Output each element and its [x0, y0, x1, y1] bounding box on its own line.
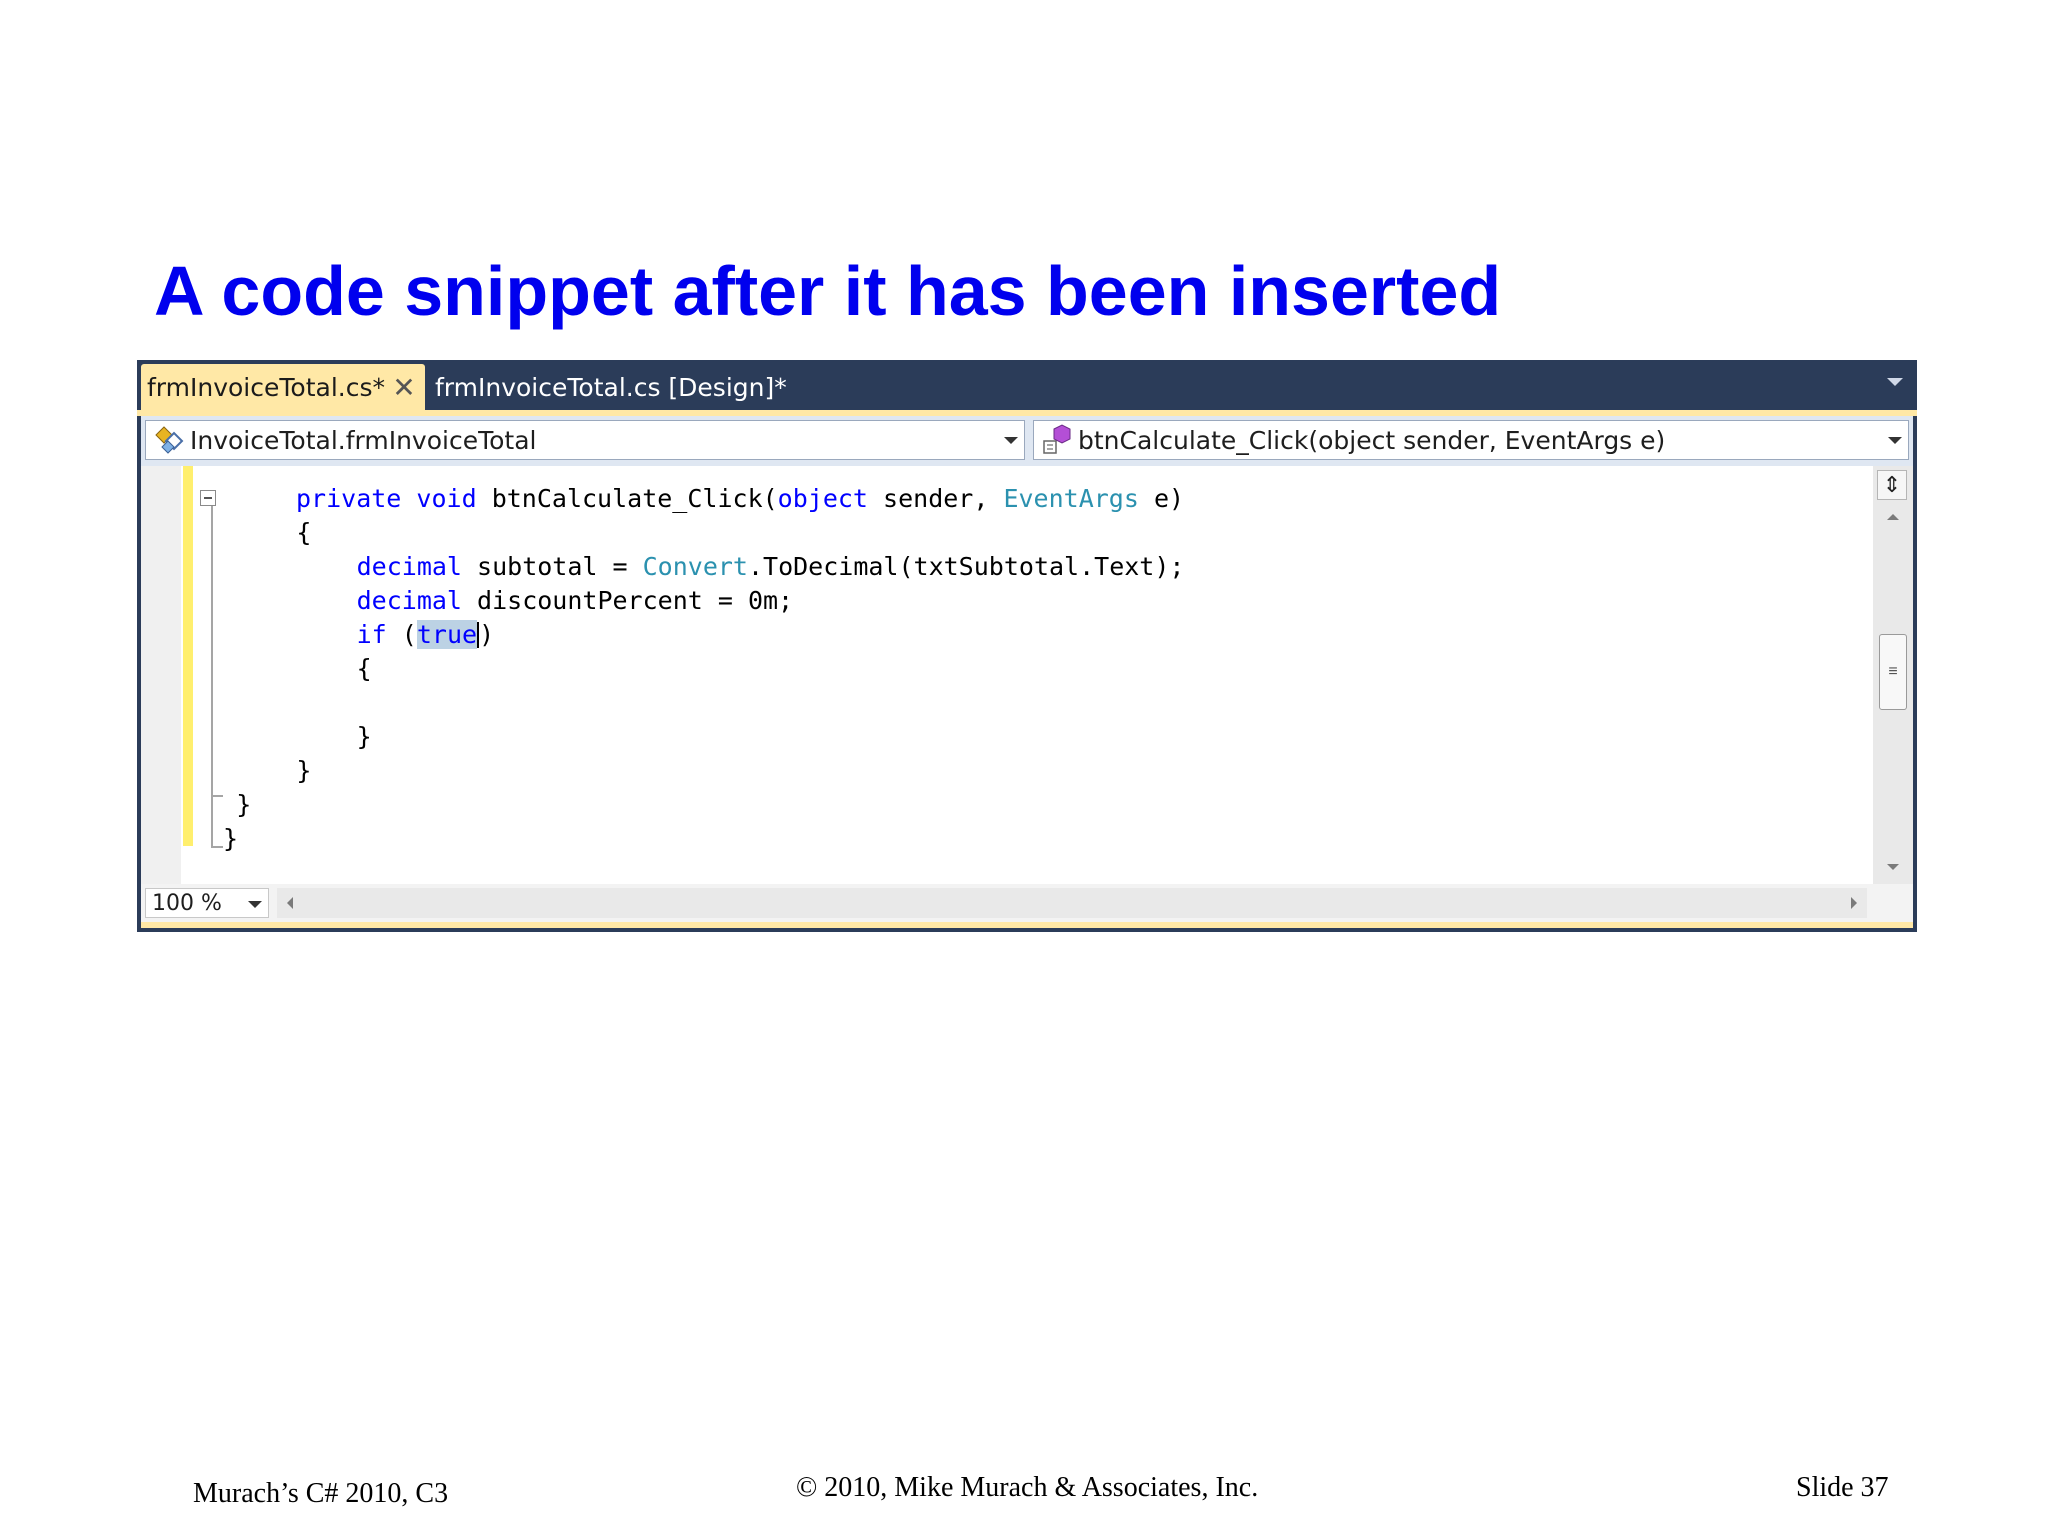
code-line: decimal subtotal = Convert.ToDecimal(txt… [176, 550, 1185, 584]
code-text: private void btnCalculate_Click(object s… [141, 482, 1184, 853]
ide-window: frmInvoiceTotal.cs* ✕ frmInvoiceTotal.cs… [137, 360, 1917, 932]
scroll-left-icon[interactable] [287, 897, 293, 909]
split-icon[interactable]: ⇕ [1877, 470, 1907, 500]
chevron-down-icon[interactable] [1887, 378, 1903, 386]
code-text-segment: subtotal = [461, 552, 643, 581]
outlining-tick [211, 846, 223, 848]
member-dropdown[interactable]: btnCalculate_Click(object sender, EventA… [1033, 420, 1909, 460]
code-line: { [176, 654, 372, 683]
code-line: } [176, 756, 312, 785]
tab-frminvoicetotal-design[interactable]: frmInvoiceTotal.cs [Design]* [433, 364, 787, 410]
keyword: decimal [356, 586, 462, 615]
keyword: if [356, 620, 387, 649]
code-text-segment: ( [386, 620, 417, 649]
vertical-scrollbar[interactable]: ⇕ ≡ [1873, 466, 1913, 884]
code-text-segment: ) [479, 620, 495, 649]
tab-frminvoicetotal-cs[interactable]: frmInvoiceTotal.cs* ✕ [141, 364, 425, 410]
editor-bottom-strip [141, 922, 1913, 928]
code-line: { [176, 518, 312, 547]
code-line: } [176, 722, 372, 751]
code-line: } [176, 790, 252, 819]
keyword: decimal [356, 552, 462, 581]
slide-title: A code snippet after it has been inserte… [154, 252, 1502, 330]
chevron-down-icon [1888, 437, 1902, 444]
scroll-right-icon[interactable] [1851, 897, 1857, 909]
code-text-segment: .ToDecimal(txtSubtotal.Text); [747, 552, 1185, 581]
class-dropdown-value: InvoiceTotal.frmInvoiceTotal [190, 425, 537, 455]
horizontal-scrollbar[interactable] [277, 888, 1867, 918]
tab-label: frmInvoiceTotal.cs* [147, 372, 385, 402]
keyword: object [777, 484, 868, 513]
code-text-segment [401, 484, 416, 513]
document-tab-bar: frmInvoiceTotal.cs* ✕ frmInvoiceTotal.cs… [137, 360, 1917, 410]
footer-copyright: © 2010, Mike Murach & Associates, Inc. [796, 1472, 1259, 1503]
code-text-segment: sender, [867, 484, 1004, 513]
method-icon [1043, 424, 1071, 454]
class-icon [155, 426, 184, 454]
code-line: private void btnCalculate_Click(object s… [296, 482, 1184, 516]
scroll-down-icon[interactable] [1887, 864, 1899, 870]
footer-book-title: Murach’s C# 2010, C3 [193, 1478, 449, 1509]
code-line: } [223, 824, 239, 853]
navigation-bar: InvoiceTotal.frmInvoiceTotal btnCalculat… [141, 416, 1913, 466]
scroll-up-icon[interactable] [1887, 514, 1899, 520]
scrollbar-thumb[interactable]: ≡ [1879, 634, 1907, 710]
editor-status-bar: 100 % [141, 884, 1913, 922]
code-text-segment: e) [1138, 484, 1185, 513]
chevron-down-icon [248, 901, 262, 908]
code-line: decimal discountPercent = 0m; [176, 584, 794, 618]
code-line: if (true) [176, 618, 494, 652]
footer-slide-number: Slide 37 [1796, 1472, 1889, 1503]
type-name: EventArgs [1003, 484, 1139, 513]
zoom-dropdown[interactable]: 100 % [145, 888, 269, 918]
code-editor[interactable]: private void btnCalculate_Click(object s… [141, 466, 1913, 884]
chevron-down-icon [1004, 437, 1018, 444]
type-name: Convert [642, 552, 748, 581]
code-text-segment: discountPercent = 0m; [461, 586, 794, 615]
member-dropdown-value: btnCalculate_Click(object sender, EventA… [1078, 425, 1666, 455]
keyword: private [296, 484, 402, 513]
zoom-value: 100 % [152, 890, 222, 916]
tab-label: frmInvoiceTotal.cs [Design]* [435, 372, 787, 402]
keyword: void [416, 484, 477, 513]
class-dropdown[interactable]: InvoiceTotal.frmInvoiceTotal [145, 420, 1025, 460]
code-text-segment: btnCalculate_Click( [476, 484, 778, 513]
snippet-placeholder-selection[interactable]: true [416, 620, 478, 649]
close-icon[interactable]: ✕ [389, 370, 419, 404]
